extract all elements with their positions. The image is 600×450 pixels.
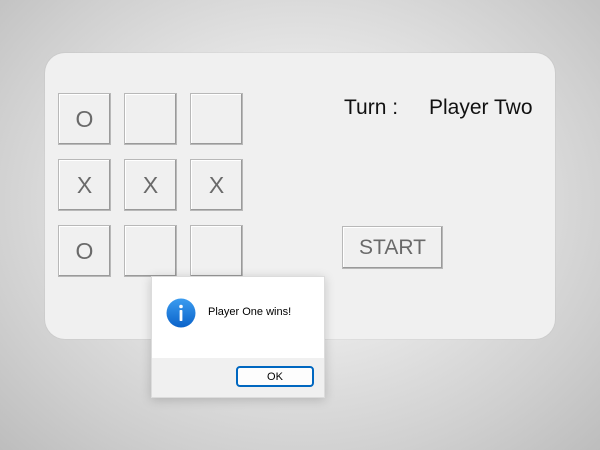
board-cell-1[interactable]: O: [58, 93, 111, 145]
start-button[interactable]: START: [342, 226, 443, 269]
ok-button[interactable]: OK: [236, 366, 314, 387]
message-dialog: Player One wins! OK: [151, 276, 325, 398]
board-cell-4[interactable]: X: [58, 159, 111, 211]
turn-player: Player Two: [429, 96, 533, 119]
board-cell-3[interactable]: [190, 93, 243, 145]
board-cell-9[interactable]: [190, 225, 243, 277]
info-icon: [166, 298, 196, 328]
board-cell-7[interactable]: O: [58, 225, 111, 277]
board-cell-8[interactable]: [124, 225, 177, 277]
board-cell-6[interactable]: X: [190, 159, 243, 211]
board-cell-5[interactable]: X: [124, 159, 177, 211]
dialog-message: Player One wins!: [208, 306, 292, 318]
turn-label: Turn :: [344, 96, 399, 119]
board-cell-2[interactable]: [124, 93, 177, 145]
